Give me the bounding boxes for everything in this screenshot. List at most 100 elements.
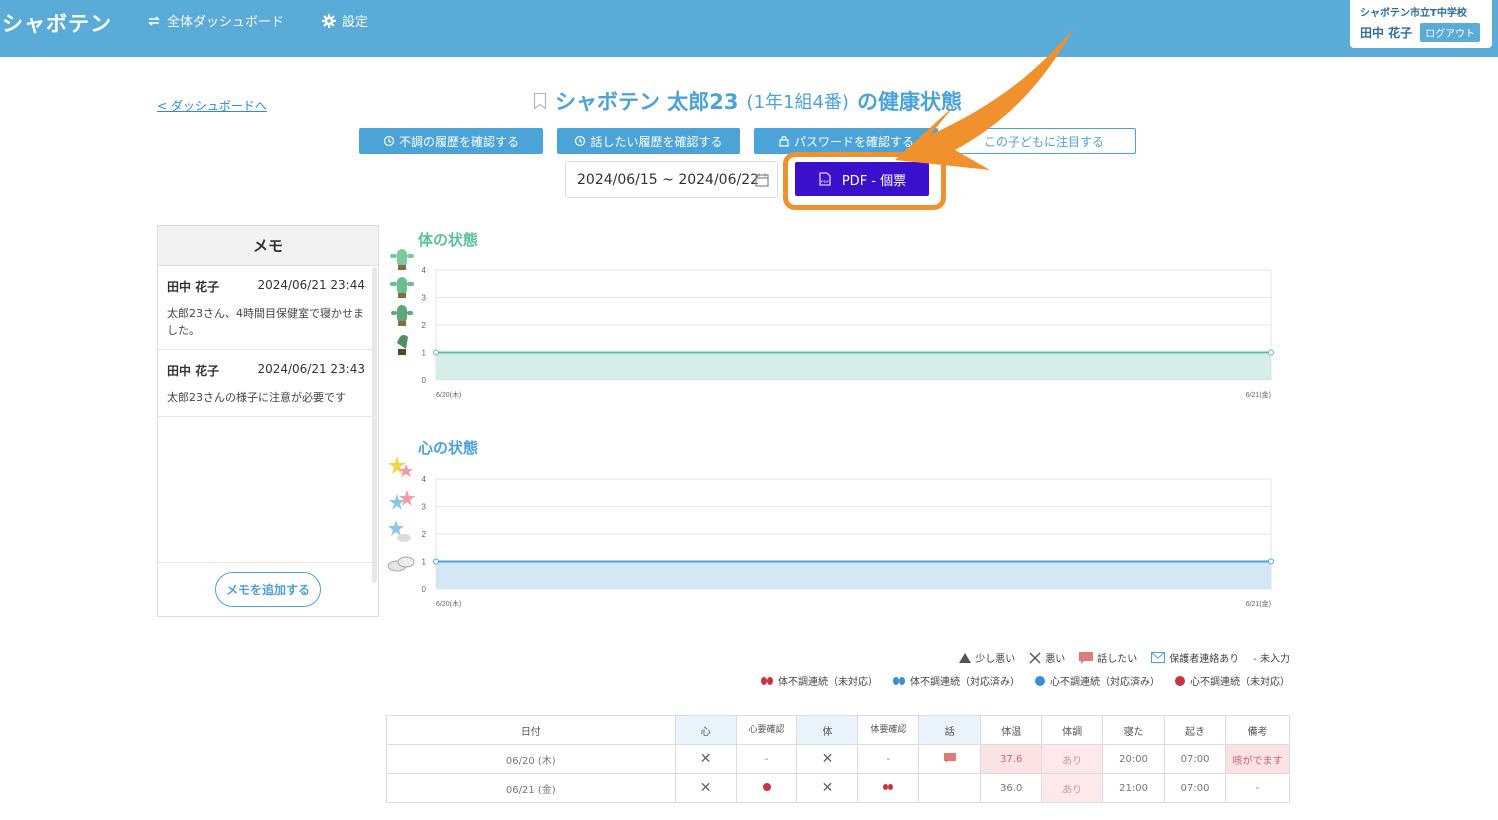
svg-text:PDF: PDF [821, 179, 830, 184]
cell-mind-check: - [735, 744, 798, 774]
series-area [436, 561, 1271, 589]
header-date: 日付 [386, 715, 676, 745]
nav-settings-label: 設定 [342, 15, 369, 30]
data-point [433, 558, 439, 565]
memo-text: 太郎23さん、4時間目保健室で寝かせました。 [167, 307, 364, 337]
date-range-picker[interactable]: 2024/06/15 ~ 2024/06/22 [565, 161, 778, 198]
cell-date: 06/21 (金) [386, 773, 676, 803]
cell-temperature: 37.6 [980, 744, 1043, 774]
pdf-report-button[interactable]: PDF PDF - 個票 [795, 162, 929, 196]
legend-label: - 未入力 [1253, 654, 1290, 665]
refresh-icon [148, 15, 160, 26]
cell-temperature: 36.0 [980, 773, 1043, 803]
legend-label: 心不調連続（対応済み） [1050, 677, 1160, 688]
calendar-icon [755, 173, 769, 187]
header-mind: 心 [674, 715, 737, 745]
app-logo[interactable]: シャボテン [2, 8, 112, 38]
header-body: 体 [796, 715, 859, 745]
cell-slept: 20:00 [1102, 744, 1166, 774]
dot-red-icon [1175, 675, 1185, 686]
x-tick-label: 6/20(木) [436, 599, 461, 608]
memo-item: 田中 花子 2024/06/21 23:43 太郎23さんの様子に注意が必要です [158, 350, 374, 417]
memo-author: 田中 花子 [167, 280, 220, 294]
dot-red-icon [762, 782, 771, 791]
legend-mind-streak-handled: 心不調連続（対応済み） [1034, 673, 1160, 688]
x-tick-label: 6/21(金) [1246, 599, 1271, 608]
legend-body-streak-handled: 体不調連続（対応済み） [892, 673, 1020, 688]
cell-woke: 07:00 [1164, 773, 1226, 803]
cell-note: - [1225, 773, 1290, 803]
legend-label: 体不調連続（対応済み） [910, 677, 1020, 688]
cell-note: 咳がでます [1225, 744, 1290, 774]
body-condition-chart: 0 1 2 3 4 6/20(木) 6/21(金) [422, 266, 1274, 399]
double-dot-red-icon [761, 676, 773, 685]
table-row[interactable]: 06/21 (金) ✕ ✕ 36.0 あり 21:00 07:00 - [386, 773, 1290, 803]
memo-scrollbar[interactable] [372, 267, 377, 583]
watch-child-button[interactable]: この子どもに注目する [952, 128, 1136, 154]
pdf-file-icon: PDF [819, 172, 831, 186]
legend-symbols: 少し悪い 悪い 話したい 保護者連絡あり - 未入力 [959, 650, 1290, 665]
talk-history-button[interactable]: 話したい履歴を確認する [557, 128, 740, 154]
memo-datetime: 2024/06/21 23:44 [257, 278, 365, 292]
cell-body: ✕ [796, 773, 859, 803]
legend-bad: 悪い [1029, 650, 1065, 665]
table-row[interactable]: 06/20 (木) ✕ - ✕ - 37.6 あり 20:00 07:00 咳が… [386, 744, 1290, 774]
double-dot-blue-icon [893, 676, 905, 685]
series-area [436, 352, 1271, 380]
cell-body-check [857, 773, 920, 803]
gear-icon [322, 13, 336, 28]
nav-dashboard[interactable]: 全体ダッシュボード [147, 11, 284, 30]
cell-date: 06/20 (木) [386, 744, 676, 774]
back-to-dashboard-link[interactable]: < ダッシュボードへ [157, 97, 267, 114]
legend-streaks: 体不調連続（未対応） 体不調連続（対応済み） 心不調連続（対応済み） 心不調連続… [760, 673, 1290, 688]
header-woke: 起き [1164, 715, 1226, 745]
x-tick-label: 6/21(金) [1246, 390, 1271, 399]
y-tick-label: 2 [422, 530, 427, 539]
table-header-row: 日付 心 心要確認 体 体要確認 話 体温 体調 寝た 起き 備考 [386, 715, 1290, 745]
double-dot-red-icon [883, 783, 894, 790]
cross-icon [1029, 652, 1041, 663]
memo-author: 田中 花子 [167, 364, 220, 378]
trouble-history-button[interactable]: 不調の履歴を確認する [359, 128, 543, 154]
y-tick-label: 3 [422, 294, 427, 303]
data-point [1268, 558, 1274, 565]
legend-body-streak-unhandled: 体不調連続（未対応） [760, 673, 878, 688]
nav-settings[interactable]: 設定 [322, 11, 368, 30]
bookmark-icon[interactable] [533, 92, 547, 110]
health-record-table: 日付 心 心要確認 体 体要確認 話 体温 体調 寝た 起き 備考 06/20 … [386, 715, 1290, 803]
cell-woke: 07:00 [1164, 744, 1226, 774]
legend-label: 話したい [1097, 654, 1138, 665]
y-tick-label: 4 [422, 266, 427, 275]
cell-mind: ✕ [674, 744, 737, 774]
cell-condition: あり [1041, 744, 1104, 774]
memo-datetime: 2024/06/21 23:43 [257, 362, 365, 376]
envelope-icon [1151, 652, 1166, 663]
add-memo-button[interactable]: メモを追加する [214, 572, 321, 607]
trouble-history-label: 不調の履歴を確認する [398, 134, 519, 149]
legend-slightly-bad: 少し悪い [959, 650, 1015, 665]
memo-panel: メモ 田中 花子 2024/06/21 23:44 太郎23さん、4時間目保健室… [157, 225, 379, 617]
history-icon [575, 135, 586, 147]
header-note: 備考 [1225, 715, 1290, 745]
password-label: パスワードを確認する [793, 134, 914, 149]
cell-mind-check [735, 773, 798, 803]
y-tick-label: 0 [422, 585, 427, 594]
cell-body: ✕ [796, 744, 859, 774]
header-condition: 体調 [1041, 715, 1104, 745]
speech-bubble-icon [1079, 651, 1094, 664]
legend-label: 心不調連続（未対応） [1190, 677, 1290, 688]
user-box: シャボテン市立T中学校 田中 花子 ログアウト [1350, 0, 1492, 48]
y-tick-label: 0 [422, 376, 427, 385]
logout-button[interactable]: ログアウト [1420, 23, 1481, 42]
student-class: (1年1組4番) [746, 92, 849, 113]
memo-heading: メモ [158, 226, 378, 266]
student-name: シャボテン 太郎23 [555, 90, 739, 114]
school-name: シャボテン市立T中学校 [1360, 8, 1467, 19]
header-mind-check: 心要確認 [735, 715, 798, 745]
y-tick-label: 1 [422, 558, 427, 567]
memo-item: 田中 花子 2024/06/21 23:44 太郎23さん、4時間目保健室で寝か… [158, 266, 374, 350]
password-button[interactable]: パスワードを確認する [754, 128, 938, 154]
date-range-value: 2024/06/15 ~ 2024/06/22 [577, 171, 760, 188]
cell-body-check: - [857, 744, 920, 774]
history-icon [383, 135, 395, 147]
